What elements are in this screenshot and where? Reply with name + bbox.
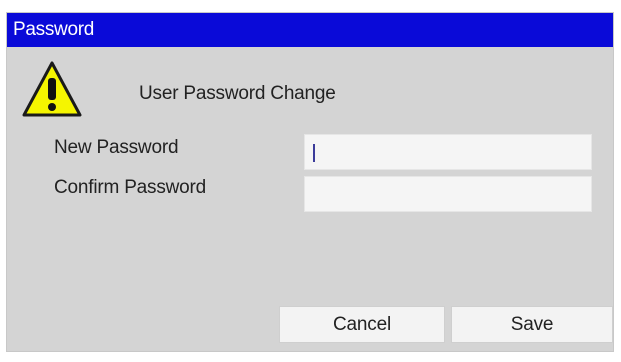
password-dialog: Password User Password Change New Passwo… (6, 12, 614, 352)
new-password-field[interactable] (304, 134, 592, 170)
title-bar[interactable]: Password (7, 13, 613, 47)
window-title: Password (13, 19, 95, 40)
new-password-label: New Password (54, 137, 179, 158)
confirm-password-field[interactable] (304, 176, 592, 212)
cancel-button[interactable]: Cancel (279, 306, 445, 343)
confirm-password-label: Confirm Password (54, 177, 207, 198)
save-button[interactable]: Save (451, 306, 613, 343)
text-caret (313, 144, 315, 162)
dialog-heading: User Password Change (139, 83, 336, 104)
warning-icon (22, 61, 82, 117)
